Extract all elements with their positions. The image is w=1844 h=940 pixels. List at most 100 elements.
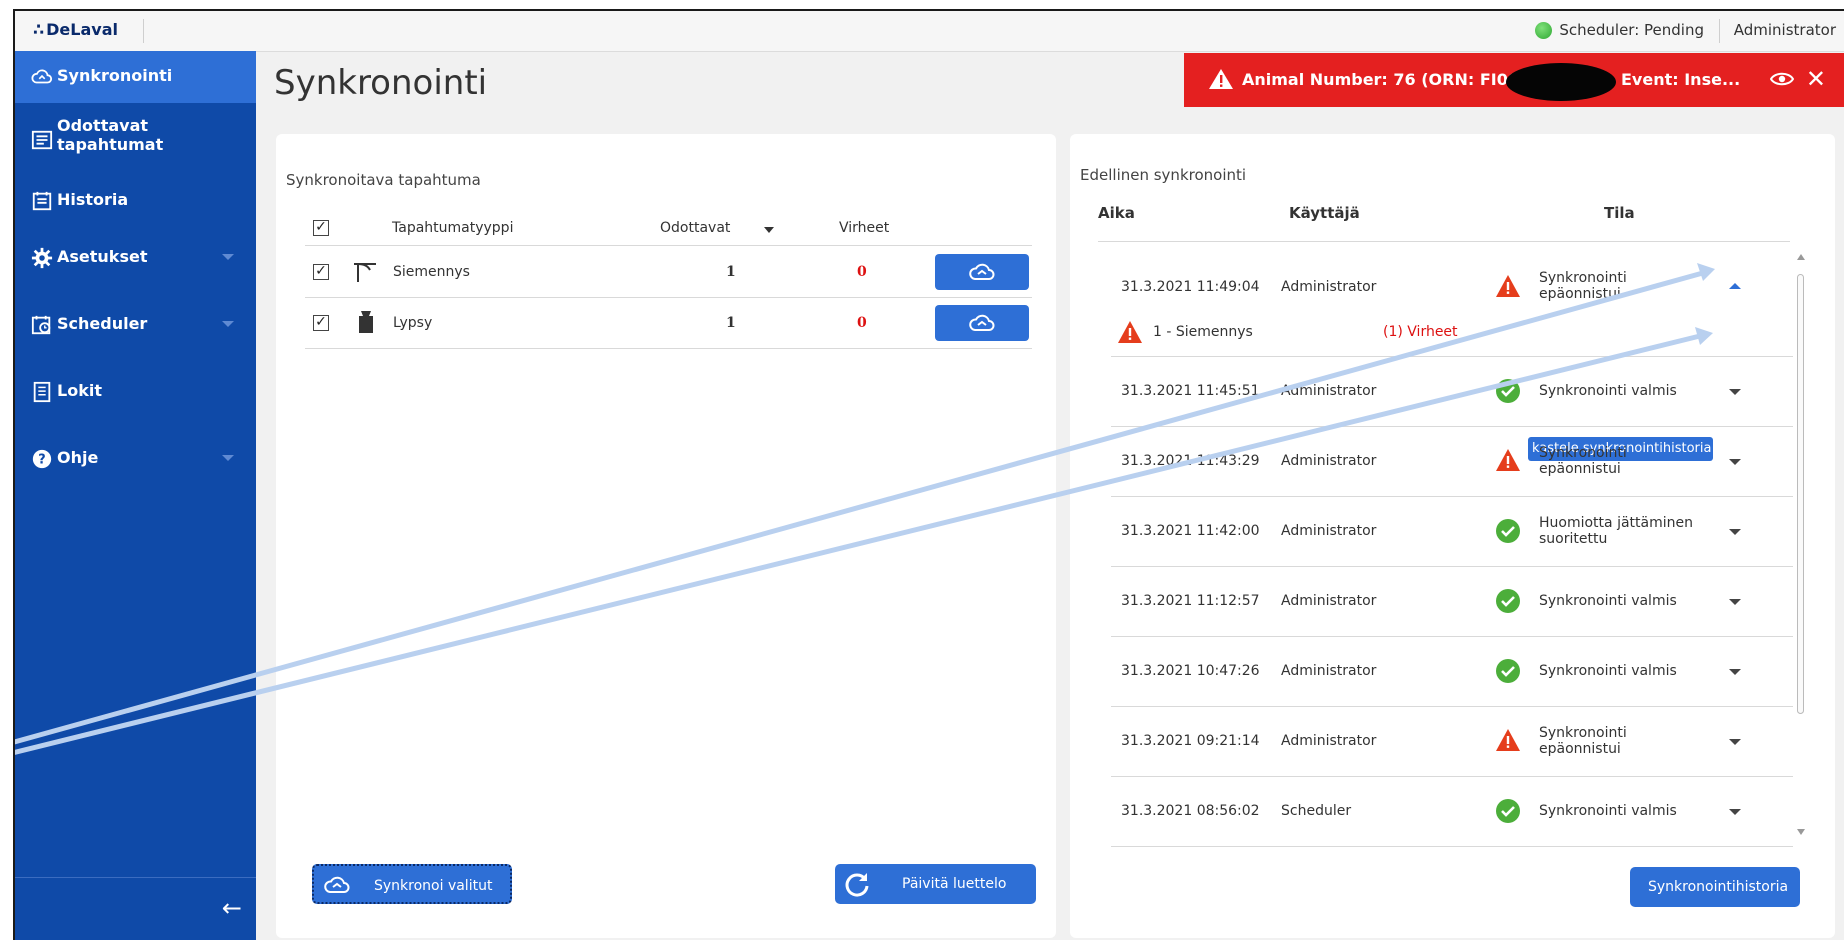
error-count: 0 bbox=[857, 264, 867, 280]
history-detail-row: 1 - Siemennys (1) Virheet bbox=[1111, 312, 1793, 356]
chevron-down-icon[interactable] bbox=[1729, 529, 1741, 535]
chevron-down-icon[interactable] bbox=[1729, 669, 1741, 675]
close-icon[interactable]: ✕ bbox=[1806, 65, 1826, 93]
scrollbar-thumb[interactable] bbox=[1797, 274, 1804, 714]
column-header-time: Aika bbox=[1098, 204, 1135, 222]
sidebar-item-lokit[interactable]: Lokit bbox=[15, 366, 256, 418]
scroll-down-icon[interactable] bbox=[1797, 829, 1805, 835]
check-circle-icon bbox=[1496, 519, 1520, 543]
check-circle-icon bbox=[1496, 379, 1520, 403]
history-row[interactable]: 31.3.2021 10:47:26 Administrator Synkron… bbox=[1111, 636, 1793, 706]
row-time: 31.3.2021 09:21:14 bbox=[1121, 733, 1260, 749]
chevron-down-icon bbox=[222, 455, 234, 461]
column-header-pending[interactable]: Odottavat bbox=[660, 220, 730, 236]
column-header-errors[interactable]: Virheet bbox=[839, 220, 889, 236]
sort-down-icon[interactable] bbox=[764, 227, 774, 233]
sidebar-item-scheduler[interactable]: Scheduler bbox=[15, 299, 256, 351]
column-header-user: Käyttäjä bbox=[1289, 204, 1360, 222]
app-window: ∴ DeLaval Scheduler: Pending Administrato… bbox=[13, 9, 1844, 940]
row-time: 31.3.2021 11:45:51 bbox=[1121, 383, 1260, 399]
divider bbox=[1111, 846, 1793, 847]
row-user: Administrator bbox=[1281, 593, 1377, 609]
scrollbar[interactable] bbox=[1797, 274, 1804, 714]
milking-icon bbox=[359, 311, 373, 333]
cloud-sync-icon bbox=[969, 314, 995, 331]
event-type: Lypsy bbox=[393, 315, 433, 331]
sidebar-item-odottavat[interactable]: Odottavat tapahtumat bbox=[15, 109, 256, 169]
user-menu[interactable]: Administrator bbox=[1734, 21, 1836, 39]
pending-count: 1 bbox=[726, 315, 736, 331]
scheduler-status[interactable]: Scheduler: Pending bbox=[1535, 21, 1704, 39]
pending-count: 1 bbox=[726, 264, 736, 280]
sidebar-item-historia[interactable]: Historia bbox=[15, 175, 256, 227]
status-dot-icon bbox=[1535, 21, 1553, 39]
divider bbox=[1719, 19, 1720, 43]
sync-row-button[interactable] bbox=[935, 254, 1029, 290]
sync-selected-button[interactable]: Synkronoi valitut bbox=[312, 864, 512, 904]
column-header-type[interactable]: Tapahtumatyyppi bbox=[392, 220, 513, 236]
chevron-down-icon[interactable] bbox=[1729, 599, 1741, 605]
detail-label: 1 - Siemennys bbox=[1153, 324, 1253, 340]
row-status: Synkronointi valmis bbox=[1539, 663, 1677, 679]
history-row[interactable]: 31.3.2021 11:42:00 Administrator Huomiot… bbox=[1111, 496, 1793, 566]
alert-text-event: Event: Inse... bbox=[1621, 70, 1741, 89]
sidebar-item-synkronointi[interactable]: Synkronointi bbox=[15, 51, 256, 103]
row-status: Synkronointi epäonnistui bbox=[1539, 725, 1627, 757]
history-row[interactable]: 31.3.2021 11:45:51 Administrator Synkron… bbox=[1111, 356, 1793, 426]
history-row[interactable]: 31.3.2021 09:21:14 Administrator Synkron… bbox=[1111, 706, 1793, 776]
select-all-checkbox[interactable]: ✓ bbox=[313, 220, 329, 236]
sidebar-item-asetukset[interactable]: Asetukset bbox=[15, 232, 256, 284]
button-label: Synkronoi valitut bbox=[374, 878, 493, 894]
chevron-down-icon[interactable] bbox=[1729, 459, 1741, 465]
svg-text:?: ? bbox=[38, 453, 45, 468]
top-bar: ∴ DeLaval Scheduler: Pending Administrato… bbox=[15, 11, 1844, 52]
row-user: Administrator bbox=[1281, 733, 1377, 749]
row-checkbox[interactable]: ✓ bbox=[313, 315, 329, 331]
sidebar-item-ohje[interactable]: ? Ohje bbox=[15, 433, 256, 485]
history-row[interactable]: 31.3.2021 11:43:29 Administrator Synkron… bbox=[1111, 426, 1793, 496]
panel-title: Edellinen synkronointi bbox=[1080, 166, 1247, 184]
pending-sync-panel: Synkronoitava tapahtuma ✓ Tapahtumatyypp… bbox=[276, 134, 1056, 938]
divider bbox=[305, 297, 1032, 298]
history-row[interactable]: 31.3.2021 08:56:02 Scheduler Synkronoint… bbox=[1111, 776, 1793, 846]
eye-icon[interactable] bbox=[1770, 69, 1794, 89]
column-header-status: Tila bbox=[1604, 204, 1635, 222]
cloud-sync-icon bbox=[31, 69, 53, 84]
sidebar: Synkronointi Odottavat tapahtumat Histor… bbox=[15, 51, 256, 940]
row-status: Synkronointi valmis bbox=[1539, 593, 1677, 609]
refresh-icon bbox=[845, 873, 869, 897]
chevron-down-icon[interactable] bbox=[1729, 389, 1741, 395]
chevron-down-icon[interactable] bbox=[1729, 739, 1741, 745]
error-warning-icon bbox=[1496, 275, 1520, 297]
history-row[interactable]: 31.3.2021 11:12:57 Administrator Synkron… bbox=[1111, 566, 1793, 636]
chevron-down-icon bbox=[222, 321, 234, 327]
cloud-sync-icon bbox=[969, 263, 995, 280]
row-status: Synkronointi valmis bbox=[1539, 383, 1677, 399]
arrow-left-icon[interactable]: ← bbox=[222, 894, 242, 922]
refresh-list-button[interactable]: Päivitä luettelo bbox=[835, 864, 1036, 904]
row-checkbox[interactable]: ✓ bbox=[313, 264, 329, 280]
history-icon bbox=[32, 191, 52, 211]
delaval-logo: ∴ DeLaval bbox=[33, 20, 118, 39]
chevron-up-icon[interactable] bbox=[1729, 283, 1741, 289]
row-time: 31.3.2021 11:42:00 bbox=[1121, 523, 1260, 539]
sidebar-item-label: Synkronointi bbox=[57, 66, 173, 85]
row-user: Administrator bbox=[1281, 663, 1377, 679]
scroll-up-icon[interactable] bbox=[1797, 254, 1805, 260]
row-user: Administrator bbox=[1281, 523, 1377, 539]
row-status: Synkronointi valmis bbox=[1539, 803, 1677, 819]
sidebar-item-label: Lokit bbox=[57, 381, 102, 400]
page-title: Synkronointi bbox=[274, 63, 488, 103]
divider bbox=[1098, 241, 1790, 242]
row-time: 31.3.2021 08:56:02 bbox=[1121, 803, 1260, 819]
sync-row-button[interactable] bbox=[935, 305, 1029, 341]
sync-history-button[interactable]: Synkronointihistoria bbox=[1630, 867, 1800, 907]
row-user: Administrator bbox=[1281, 453, 1377, 469]
calendar-clock-icon bbox=[31, 315, 51, 335]
button-label: Päivitä luettelo bbox=[902, 876, 1007, 892]
row-time: 31.3.2021 11:12:57 bbox=[1121, 593, 1260, 609]
detail-errors[interactable]: (1) Virheet bbox=[1383, 324, 1458, 340]
divider bbox=[143, 19, 144, 43]
chevron-down-icon[interactable] bbox=[1729, 809, 1741, 815]
event-type: Siemennys bbox=[393, 264, 470, 280]
